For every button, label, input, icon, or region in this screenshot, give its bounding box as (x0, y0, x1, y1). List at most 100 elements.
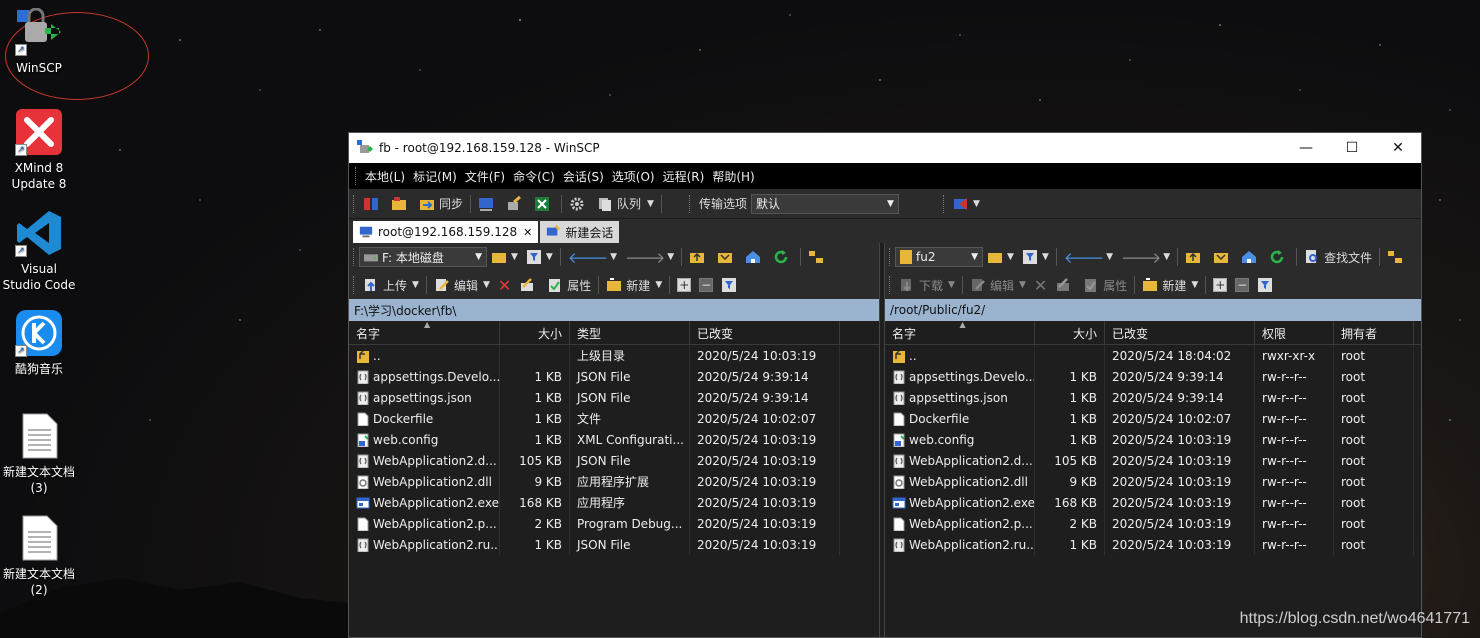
filter-select-button[interactable] (717, 274, 745, 296)
tree-toggle-button[interactable] (1383, 246, 1411, 268)
upload-button[interactable]: 上传 ▼ (359, 274, 423, 296)
file-row[interactable]: appsettings.Develo... 1 KB 2020/5/24 9:39:… (885, 366, 1421, 387)
file-row[interactable]: appsettings.json 1 KB JSON File 2020/5/24 9… (349, 387, 879, 408)
file-row[interactable]: WebApplication2.d... 105 KB 2020/5/24 10:0… (885, 450, 1421, 471)
compare-dirs-button[interactable] (359, 193, 387, 215)
putty-button[interactable] (502, 193, 530, 215)
toolbar-grip[interactable] (889, 248, 892, 266)
properties-button[interactable]: 属性 (543, 274, 595, 296)
local-drive-select[interactable]: F: 本地磁盘 ▼ (359, 247, 487, 267)
edit-button[interactable]: 编辑 ▼ (966, 274, 1030, 296)
menu-session[interactable]: 会话(S) (559, 168, 608, 185)
file-row[interactable]: WebApplication2.p... 2 KB Program Debug...… (349, 513, 879, 534)
file-row[interactable]: WebApplication2.dll 9 KB 2020/5/24 10:03:1… (885, 471, 1421, 492)
download-button[interactable]: 下载 ▼ (895, 274, 959, 296)
explore-button[interactable] (387, 193, 415, 215)
root-dir-button[interactable] (1209, 246, 1237, 268)
properties-button[interactable]: 属性 (1079, 274, 1131, 296)
menu-mark[interactable]: 标记(M) (409, 168, 461, 185)
file-row[interactable]: .. 2020/5/24 18:04:02 rwxr-xr-x root (885, 345, 1421, 366)
file-row[interactable]: WebApplication2.exe 168 KB 2020/5/24 10:03… (885, 492, 1421, 513)
file-row[interactable]: Dockerfile 1 KB 文件 2020/5/24 10:02:07 (349, 408, 879, 429)
excel-button[interactable] (530, 193, 558, 215)
title-bar[interactable]: fb - root@192.168.159.128 - WinSCP — ☐ ✕ (349, 133, 1421, 163)
desktop-icon-vscode[interactable]: ↗ Visual Studio Code (0, 209, 78, 293)
filter-button[interactable]: ▼ (522, 246, 557, 268)
column-header-owner[interactable]: 拥有者 (1334, 321, 1415, 345)
open-folder-button[interactable]: ▼ (983, 246, 1018, 268)
delete-button[interactable]: ✕ (1030, 274, 1051, 296)
menu-files[interactable]: 文件(F) (461, 168, 509, 185)
file-row[interactable]: WebApplication2.ru... 1 KB JSON File 2020/5… (349, 534, 879, 555)
toolbar-grip[interactable] (942, 194, 946, 213)
unselect-button[interactable]: − (695, 274, 717, 296)
file-row[interactable]: WebApplication2.dll 9 KB 应用程序扩展 2020/5/24 1… (349, 471, 879, 492)
new-button[interactable]: 新建 ▼ (1138, 274, 1202, 296)
column-header-modified[interactable]: 已改变 (1105, 321, 1256, 345)
toolbar-grip[interactable] (889, 276, 892, 294)
desktop-icon-kugou[interactable]: ↗ 酷狗音乐 (0, 309, 78, 377)
column-header-size[interactable]: 大小 (1035, 321, 1106, 345)
refresh-button[interactable] (769, 246, 797, 268)
queue-button[interactable]: 队列 ▼ (593, 193, 658, 215)
new-button[interactable]: 新建 ▼ (602, 274, 666, 296)
file-row[interactable]: web.config 1 KB XML Configurati... 2020/5/2… (349, 429, 879, 450)
remote-path-bar[interactable]: /root/Public/fu2/ (885, 299, 1421, 321)
menu-remote[interactable]: 远程(R) (659, 168, 709, 185)
menu-help[interactable]: 帮助(H) (708, 168, 758, 185)
tab-new-session[interactable]: 新建会话 (540, 221, 620, 243)
forward-button[interactable]: 🡒 ▼ (1117, 246, 1174, 268)
column-header-name[interactable]: ▲ 名字 (885, 320, 1036, 345)
file-row[interactable]: WebApplication2.d... 105 KB JSON File 2020/… (349, 450, 879, 471)
column-header-permissions[interactable]: 权限 (1255, 321, 1335, 345)
parent-dir-button[interactable] (685, 246, 713, 268)
toolbar-grip[interactable] (353, 194, 356, 213)
local-path-bar[interactable]: F:\学习\docker\fb\ (349, 299, 880, 321)
delete-button[interactable]: ✕ (494, 274, 515, 296)
file-row[interactable]: appsettings.json 1 KB 2020/5/24 9:39:14 rw-… (885, 387, 1421, 408)
rename-button[interactable] (1051, 274, 1079, 296)
tree-toggle-button[interactable] (804, 246, 832, 268)
forward-button[interactable]: 🡒 ▼ (621, 246, 678, 268)
file-row[interactable]: appsettings.Develo... 1 KB JSON File 2020/5… (349, 366, 879, 387)
close-icon[interactable]: ✕ (523, 226, 532, 239)
unselect-button[interactable]: − (1231, 274, 1253, 296)
filter-button[interactable]: ▼ (1018, 246, 1053, 268)
file-row[interactable]: WebApplication2.exe 168 KB 应用程序 2020/5/24 1… (349, 492, 879, 513)
file-row[interactable]: WebApplication2.p... 2 KB 2020/5/24 10:03:… (885, 513, 1421, 534)
column-header-type[interactable]: 类型 (570, 321, 690, 345)
toolbar-grip[interactable] (688, 194, 692, 213)
rename-button[interactable] (515, 274, 543, 296)
menu-local[interactable]: 本地(L) (361, 168, 409, 185)
minimize-button[interactable]: — (1283, 133, 1329, 163)
edit-button[interactable]: 编辑 ▼ (430, 274, 494, 296)
desktop-icon-textdoc-2[interactable]: 新建文本文档 (2) (0, 514, 78, 598)
file-row[interactable]: Dockerfile 1 KB 2020/5/24 10:02:07 rw-r--r-… (885, 408, 1421, 429)
menu-options[interactable]: 选项(O) (608, 168, 659, 185)
filter-select-button[interactable] (1253, 274, 1281, 296)
sync-button[interactable]: 同步 (415, 193, 467, 215)
toolbar-grip[interactable] (355, 167, 358, 185)
maximize-button[interactable]: ☐ (1329, 133, 1375, 163)
home-button[interactable] (741, 246, 769, 268)
toolbar-grip[interactable] (353, 276, 356, 294)
find-files-button[interactable]: 查找文件 (1300, 246, 1376, 268)
desktop-icon-xmind[interactable]: ↗ XMind 8 Update 8 (0, 108, 78, 192)
file-row[interactable]: WebApplication2.ru... 1 KB 2020/5/24 10:03… (885, 534, 1421, 555)
parent-dir-button[interactable] (1181, 246, 1209, 268)
back-button[interactable]: 🡐 ▼ (564, 246, 621, 268)
file-row[interactable]: .. 上级目录 2020/5/24 10:03:19 (349, 345, 879, 366)
column-header-size[interactable]: 大小 (500, 321, 570, 345)
close-button[interactable]: ✕ (1375, 133, 1421, 163)
tab-session[interactable]: root@192.168.159.128 ✕ (353, 221, 539, 243)
transfer-preset-select[interactable]: 默认 ▼ (750, 193, 899, 214)
back-button[interactable]: 🡐 ▼ (1060, 246, 1117, 268)
select-all-button[interactable]: + (673, 274, 695, 296)
remote-dir-select[interactable]: fu2 ▼ (895, 247, 984, 267)
refresh-button[interactable] (1265, 246, 1293, 268)
home-button[interactable] (1237, 246, 1265, 268)
preferences-button[interactable] (565, 193, 593, 215)
desktop-icon-textdoc-3[interactable]: 新建文本文档 (3) (0, 412, 78, 496)
toolbar-grip[interactable] (353, 248, 356, 266)
menu-commands[interactable]: 命令(C) (509, 168, 559, 185)
